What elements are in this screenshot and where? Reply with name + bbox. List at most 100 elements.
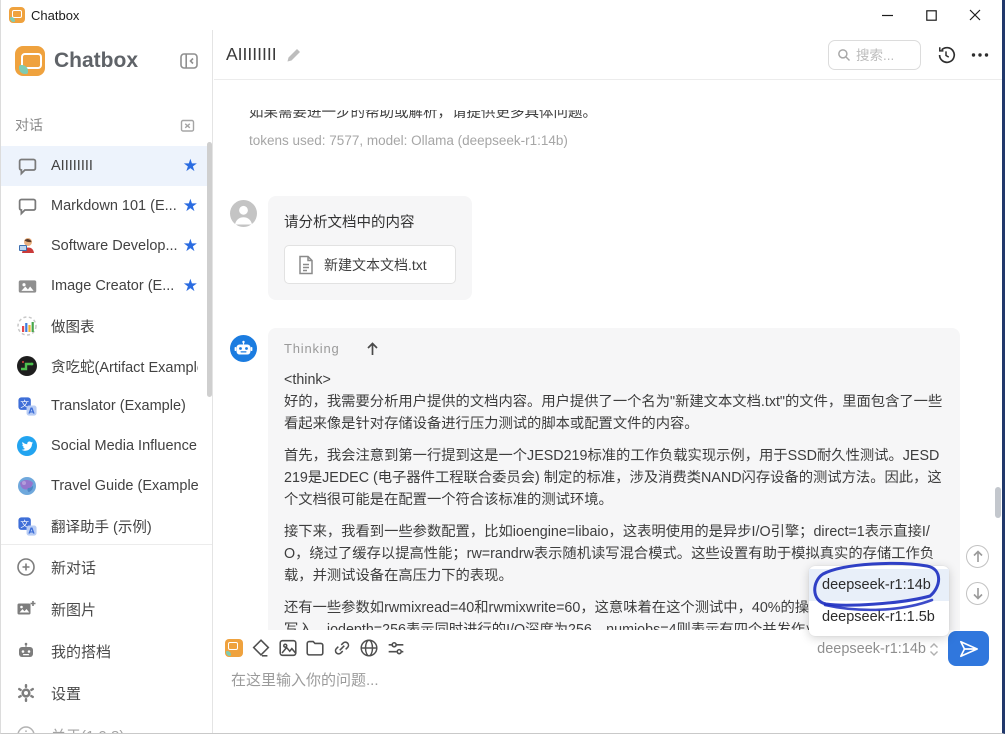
conversation-title: Translator (Example) — [51, 398, 198, 414]
model-option-deepseek-r1-14b[interactable]: deepseek-r1:14b — [809, 569, 949, 601]
assistant-tool-icon[interactable] — [222, 635, 246, 661]
close-button[interactable] — [953, 0, 997, 30]
more-icon[interactable] — [971, 52, 989, 58]
star-icon[interactable]: ★ — [183, 196, 198, 216]
thinking-collapse-icon[interactable] — [366, 342, 379, 356]
star-icon[interactable]: ★ — [183, 156, 198, 176]
snake-game-icon — [15, 354, 39, 378]
conversations-section-label: 对话 — [15, 115, 179, 135]
current-model-label: deepseek-r1:14b — [817, 641, 926, 657]
sidebar-item-my-copilots[interactable]: 我的搭档 — [1, 630, 212, 672]
previous-reply-clipped-text: 如果需要进一步的帮助或解析，请提供更多具体问题。 — [249, 110, 869, 123]
search-input[interactable] — [856, 48, 911, 63]
send-button[interactable] — [948, 631, 989, 666]
attach-image-icon[interactable] — [276, 635, 300, 661]
svg-text:A: A — [28, 525, 35, 535]
app-logo-icon — [15, 46, 45, 76]
svg-text:A: A — [28, 405, 35, 415]
sidebar-item-snake-game[interactable]: 贪吃蛇(Artifact Example) — [1, 346, 212, 386]
maximize-button[interactable] — [909, 0, 953, 30]
conversation-title: Software Develop... — [51, 238, 177, 254]
sidebar-item-translator[interactable]: 文A Translator (Example) — [1, 386, 212, 426]
conversation-list: AIIIIIIII ★ Markdown 101 (E... ★ Softwar… — [1, 146, 212, 546]
token-usage-text: tokens used: 7577, model: Ollama (deepse… — [249, 133, 568, 148]
sidebar-item-social-media[interactable]: Social Media Influence... — [1, 426, 212, 466]
sidebar-item-markdown-101[interactable]: Markdown 101 (E... ★ — [1, 186, 212, 226]
gear-icon — [15, 682, 37, 704]
title-bar: Chatbox — [1, 0, 1002, 30]
image-icon — [15, 274, 39, 298]
main-panel: AIIIIIIII 如果需要进 — [214, 30, 1003, 734]
sidebar-menu: 新对话 新图片 我的搭档 设置 — [1, 546, 212, 734]
sidebar-item-about[interactable]: 关于(1.9.8) — [1, 714, 212, 734]
file-attachment[interactable]: 新建文本文档.txt — [284, 245, 456, 284]
translate-icon: 文A — [15, 514, 39, 538]
robot-icon — [15, 640, 37, 662]
sidebar-item-make-charts[interactable]: 做图表 — [1, 306, 212, 346]
settings-sliders-icon[interactable] — [384, 635, 408, 661]
plus-circle-icon — [15, 556, 37, 578]
conversation-title: Markdown 101 (E... — [51, 198, 177, 214]
sidebar-item-image-creator[interactable]: Image Creator (E... ★ — [1, 266, 212, 306]
conversation-title: 贪吃蛇(Artifact Example) — [51, 356, 198, 377]
conversation-title: Image Creator (E... — [51, 278, 177, 294]
conversation-title: Travel Guide (Example) — [51, 478, 198, 494]
model-option-deepseek-r1-1-5b[interactable]: deepseek-r1:1.5b — [809, 601, 949, 633]
window-title: Chatbox — [31, 8, 79, 23]
user-avatar — [230, 200, 257, 227]
minimize-button[interactable] — [865, 0, 909, 30]
chat-bubble-icon — [15, 194, 39, 218]
search-box[interactable] — [828, 40, 921, 70]
user-message-text: 请分析文档中的内容 — [284, 211, 456, 232]
page-title: AIIIIIIII — [226, 44, 277, 65]
thinking-paragraph: 好的，我需要分析用户提供的文档内容。用户提供了一个名为"新建文本文档.txt"的… — [284, 391, 944, 435]
chatbox-window: Chatbox Chatbox 对话 — [0, 0, 1005, 734]
sidebar: Chatbox 对话 AIIIIIIII ★ — [1, 30, 213, 734]
file-icon — [297, 255, 315, 275]
sidebar-item-software-developer[interactable]: Software Develop... ★ — [1, 226, 212, 266]
chat-bubble-icon — [15, 154, 39, 178]
chat-header: AIIIIIIII — [214, 30, 1003, 80]
collapse-sidebar-icon[interactable] — [178, 50, 200, 72]
message-input[interactable] — [231, 672, 931, 689]
info-icon — [15, 724, 37, 734]
sidebar-item-translation-assistant[interactable]: 文A 翻译助手 (示例) — [1, 506, 212, 546]
composer: deepseek-r1:14b — [214, 630, 1003, 734]
chart-icon — [15, 314, 39, 338]
clear-conversations-icon[interactable] — [179, 117, 196, 134]
globe-travel-icon — [15, 474, 39, 498]
history-icon[interactable] — [935, 44, 957, 66]
conversation-title: 翻译助手 (示例) — [51, 516, 198, 537]
sidebar-item-travel-guide[interactable]: Travel Guide (Example) — [1, 466, 212, 506]
scroll-to-next-button[interactable] — [966, 582, 989, 605]
sidebar-item-aiiiiiiii[interactable]: AIIIIIIII ★ — [1, 146, 212, 186]
model-chevron-icon — [929, 642, 939, 657]
attach-link-icon[interactable] — [330, 635, 354, 661]
model-selector[interactable]: deepseek-r1:14b — [817, 641, 939, 657]
scroll-to-previous-button[interactable] — [966, 545, 989, 568]
sidebar-scrollbar-thumb[interactable] — [207, 142, 212, 397]
user-message-bubble: 请分析文档中的内容 新建文本文档.txt — [268, 196, 472, 300]
attach-file-icon[interactable] — [303, 635, 327, 661]
brand-title: Chatbox — [54, 49, 178, 73]
edit-icon[interactable] — [286, 47, 302, 63]
thinking-label: Thinking — [284, 341, 340, 356]
sidebar-item-settings[interactable]: 设置 — [1, 672, 212, 714]
twitter-icon — [15, 434, 39, 458]
web-browsing-icon[interactable] — [357, 635, 381, 661]
conversation-title: 做图表 — [51, 316, 198, 337]
translate-icon: 文A — [15, 394, 39, 418]
star-icon[interactable]: ★ — [183, 236, 198, 256]
eraser-icon[interactable] — [249, 635, 273, 661]
thinking-paragraph: 首先，我会注意到第一行提到这是一个JESD219标准的工作负载实现示例，用于SS… — [284, 445, 944, 511]
conversation-title: AIIIIIIII — [51, 158, 177, 174]
sidebar-item-new-chat[interactable]: 新对话 — [1, 546, 212, 588]
search-icon — [837, 48, 851, 62]
model-dropdown: deepseek-r1:14b deepseek-r1:1.5b — [809, 566, 949, 636]
main-scrollbar-thumb[interactable] — [995, 487, 1001, 518]
developer-avatar-icon — [15, 234, 39, 258]
sidebar-item-new-image[interactable]: 新图片 — [1, 588, 212, 630]
attachment-name: 新建文本文档.txt — [324, 255, 427, 275]
sidebar-divider — [1, 544, 212, 545]
star-icon[interactable]: ★ — [183, 276, 198, 296]
